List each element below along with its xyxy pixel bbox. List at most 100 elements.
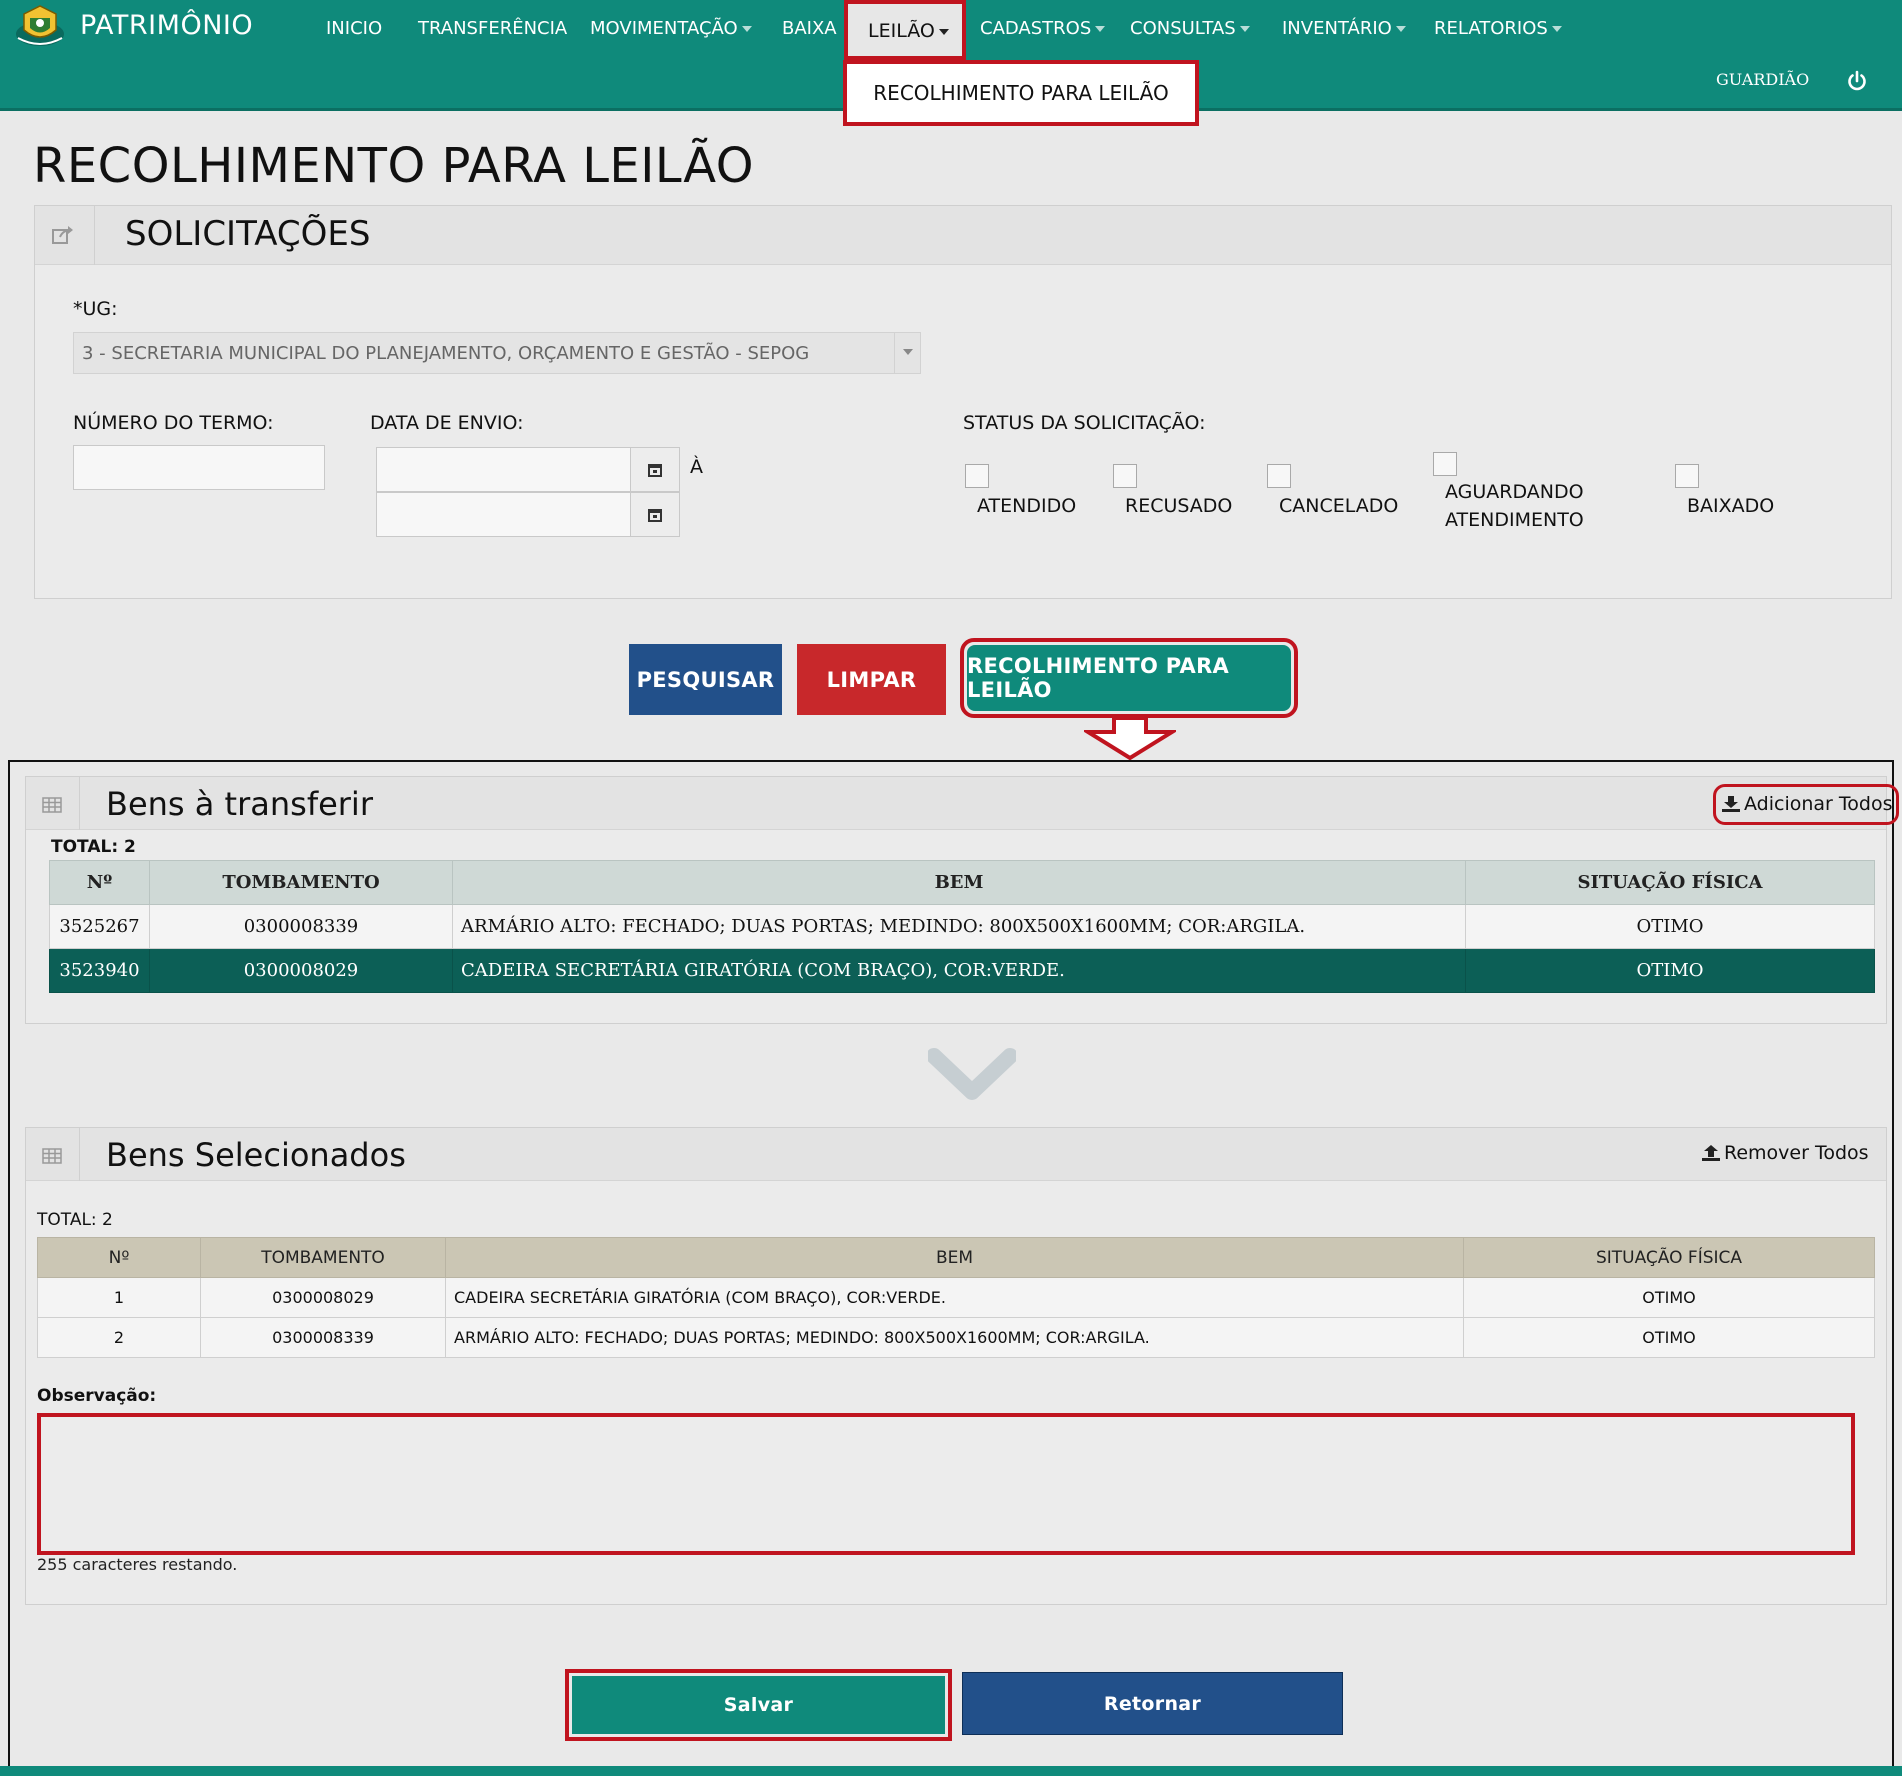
status-label: STATUS DA SOLICITAÇÃO: xyxy=(963,412,1206,434)
salvar-button-highlight: Salvar xyxy=(565,1669,952,1741)
ug-select-toggle[interactable] xyxy=(894,333,920,373)
calendar-button-start[interactable] xyxy=(630,447,680,492)
data-envio-start-input[interactable] xyxy=(376,447,631,492)
col-bem[interactable]: BEM xyxy=(445,1237,1464,1278)
observacao-highlight xyxy=(37,1413,1855,1555)
checkbox-aguardando-label: AGUARDANDO ATENDIMENTO xyxy=(1445,481,1584,531)
bottom-bar xyxy=(0,1766,1902,1776)
col-n[interactable]: Nº xyxy=(37,1237,201,1278)
table-row-selected[interactable]: 3523940 0300008029 CADEIRA SECRETÁRIA GI… xyxy=(49,948,1875,993)
col-bem[interactable]: BEM xyxy=(452,860,1466,905)
solicitacoes-header: SOLICITAÇÕES xyxy=(35,206,1891,265)
bens-transferir-panel: Bens à transferir Adicionar Todos TOTAL:… xyxy=(25,776,1899,1024)
bens-transferir-header: Bens à transferir Adicionar Todos xyxy=(26,777,1899,830)
col-situacao[interactable]: SITUAÇÃO FÍSICA xyxy=(1463,1237,1875,1278)
dropdown-item-recolhimento[interactable]: RECOLHIMENTO PARA LEILÃO xyxy=(847,64,1195,122)
col-situacao[interactable]: SITUAÇÃO FÍSICA xyxy=(1465,860,1875,905)
nav-leilao-highlight[interactable]: LEILÃO xyxy=(844,0,966,60)
coat-of-arms-icon[interactable] xyxy=(14,4,66,48)
nav-consultas[interactable]: CONSULTAS xyxy=(1130,18,1250,39)
retornar-button[interactable]: Retornar xyxy=(962,1672,1343,1735)
cell-tombamento: 0300008029 xyxy=(200,1277,446,1318)
nav-relatorios[interactable]: RELATORIOS xyxy=(1434,18,1562,39)
table-row[interactable]: 2 0300008339 ARMÁRIO ALTO: FECHADO; DUAS… xyxy=(37,1317,1875,1358)
chevron-down-icon xyxy=(928,1048,1016,1100)
table-header-row: Nº TOMBAMENTO BEM SITUAÇÃO FÍSICA xyxy=(37,1237,1875,1278)
calendar-button-end[interactable] xyxy=(630,492,680,537)
recolhimento-button-highlight: RECOLHIMENTO PARA LEILÃO xyxy=(960,638,1298,718)
checkbox-recusado[interactable] xyxy=(1113,464,1137,488)
checkbox-aguardando[interactable] xyxy=(1433,452,1457,476)
date-range-separator: À xyxy=(690,456,703,478)
panel-icon-cell xyxy=(26,1128,80,1181)
cell-n: 2 xyxy=(37,1317,201,1358)
bens-selecionados-total: TOTAL: 2 xyxy=(37,1210,113,1230)
data-envio-end-input[interactable] xyxy=(376,492,631,537)
ug-select[interactable]: 3 - SECRETARIA MUNICIPAL DO PLANEJAMENTO… xyxy=(73,332,921,374)
solicitacoes-panel: SOLICITAÇÕES *UG: 3 - SECRETARIA MUNICIP… xyxy=(34,205,1892,599)
caret-down-icon xyxy=(1095,26,1106,32)
cell-bem: ARMÁRIO ALTO: FECHADO; DUAS PORTAS; MEDI… xyxy=(445,1317,1464,1358)
user-name[interactable]: GUARDIÃO xyxy=(1716,70,1809,89)
cell-situacao: OTIMO xyxy=(1465,948,1875,993)
checkbox-recusado-label: RECUSADO xyxy=(1125,495,1233,517)
nav-inicio[interactable]: INICIO xyxy=(326,18,382,39)
nav-baixa[interactable]: BAIXA xyxy=(782,18,837,39)
download-icon xyxy=(1722,796,1740,812)
bens-selecionados-header: Bens Selecionados Remover Todos xyxy=(26,1128,1886,1181)
nav-inventario[interactable]: INVENTÁRIO xyxy=(1282,18,1406,39)
salvar-button[interactable]: Salvar xyxy=(572,1676,945,1734)
checkbox-cancelado[interactable] xyxy=(1267,464,1291,488)
table-header-row: Nº TOMBAMENTO BEM SITUAÇÃO FÍSICA xyxy=(49,860,1875,905)
checkbox-baixado[interactable] xyxy=(1675,464,1699,488)
remover-todos-button[interactable]: Remover Todos xyxy=(1702,1142,1869,1164)
brand-title[interactable]: PATRIMÔNIO xyxy=(80,10,253,41)
bens-transferir-total: TOTAL: 2 xyxy=(51,837,136,857)
numero-termo-label: NÚMERO DO TERMO: xyxy=(73,412,274,434)
limpar-button[interactable]: LIMPAR xyxy=(797,644,946,715)
nav-movimentacao[interactable]: MOVIMENTAÇÃO xyxy=(590,18,752,39)
ug-select-value: 3 - SECRETARIA MUNICIPAL DO PLANEJAMENTO… xyxy=(82,343,810,364)
cell-situacao: OTIMO xyxy=(1463,1277,1875,1318)
ug-label: *UG: xyxy=(73,298,118,320)
adicionar-todos-highlight: Adicionar Todos xyxy=(1713,784,1899,825)
recolhimento-button[interactable]: RECOLHIMENTO PARA LEILÃO xyxy=(967,645,1291,711)
cell-n: 3523940 xyxy=(49,948,150,993)
panel-icon-cell xyxy=(35,206,95,265)
caret-down-icon xyxy=(1395,26,1406,32)
cell-n: 1 xyxy=(37,1277,201,1318)
bens-selecionados-panel: Bens Selecionados Remover Todos TOTAL: 2… xyxy=(25,1127,1887,1605)
leilao-dropdown-menu: RECOLHIMENTO PARA LEILÃO xyxy=(843,60,1199,126)
cell-bem: CADEIRA SECRETÁRIA GIRATÓRIA (COM BRAÇO)… xyxy=(445,1277,1464,1318)
checkbox-atendido[interactable] xyxy=(965,464,989,488)
numero-termo-input[interactable] xyxy=(73,445,325,490)
cell-situacao: OTIMO xyxy=(1463,1317,1875,1358)
power-icon[interactable] xyxy=(1846,70,1868,92)
adicionar-todos-button[interactable]: Adicionar Todos xyxy=(1722,793,1892,815)
calendar-icon xyxy=(648,463,662,477)
share-icon xyxy=(52,226,73,244)
caret-down-icon xyxy=(1551,26,1562,32)
nav-leilao[interactable]: LEILÃO xyxy=(868,20,949,42)
col-n[interactable]: Nº xyxy=(49,860,150,905)
pesquisar-button[interactable]: PESQUISAR xyxy=(629,644,782,715)
cell-tombamento: 0300008339 xyxy=(149,904,453,949)
data-envio-label: DATA DE ENVIO: xyxy=(370,412,524,434)
col-tombamento[interactable]: TOMBAMENTO xyxy=(149,860,453,905)
bens-transferir-table: Nº TOMBAMENTO BEM SITUAÇÃO FÍSICA 352526… xyxy=(49,860,1875,993)
bens-selecionados-table: Nº TOMBAMENTO BEM SITUAÇÃO FÍSICA 1 0300… xyxy=(37,1237,1875,1358)
solicitacoes-title: SOLICITAÇÕES xyxy=(125,214,371,254)
table-row[interactable]: 3525267 0300008339 ARMÁRIO ALTO: FECHADO… xyxy=(49,904,1875,949)
cell-tombamento: 0300008029 xyxy=(149,948,453,993)
col-tombamento[interactable]: TOMBAMENTO xyxy=(200,1237,446,1278)
nav-cadastros[interactable]: CADASTROS xyxy=(980,18,1106,39)
table-row[interactable]: 1 0300008029 CADEIRA SECRETÁRIA GIRATÓRI… xyxy=(37,1277,1875,1318)
observacao-textarea[interactable] xyxy=(41,1417,1851,1551)
caret-down-icon xyxy=(1239,26,1250,32)
cell-bem: CADEIRA SECRETÁRIA GIRATÓRIA (COM BRAÇO)… xyxy=(452,948,1466,993)
chars-remaining: 255 caracteres restando. xyxy=(37,1555,238,1574)
observacao-label: Observação: xyxy=(37,1386,157,1406)
cell-n: 3525267 xyxy=(49,904,150,949)
page-title: RECOLHIMENTO PARA LEILÃO xyxy=(33,138,755,194)
nav-transferencia[interactable]: TRANSFERÊNCIA xyxy=(418,18,567,39)
